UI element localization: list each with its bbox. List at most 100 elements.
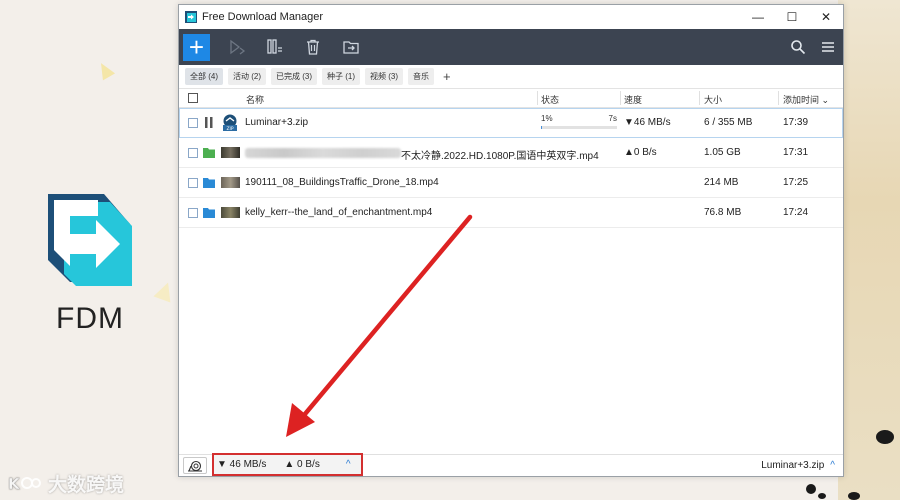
pause-icon [267,39,282,54]
total-speed-box[interactable]: ▼ 46 MB/s ▲ 0 B/s ^ [212,453,363,476]
filter-torrents[interactable]: 种子 (1) [322,68,360,85]
filter-bar: 全部 (4) 活动 (2) 已完成 (3) 种子 (1) 视频 (3) 音乐 + [179,65,843,89]
file-size: 6 / 355 MB [704,117,753,128]
pause-icon[interactable] [203,116,215,129]
search-button[interactable] [783,32,813,62]
background-splat [818,493,826,499]
background-splat [806,484,816,494]
svg-text:ZIP: ZIP [226,126,233,132]
minimize-button[interactable]: — [741,5,775,29]
window-title: Free Download Manager [202,11,324,23]
column-separator[interactable] [620,91,621,105]
progress-percent: 1% [541,114,553,123]
background-decoration [153,279,177,303]
delete-button[interactable] [300,34,326,60]
column-size[interactable]: 大小 [704,93,722,106]
watermark-logo-icon: K [8,474,41,493]
svg-text:K: K [8,475,21,493]
select-all-checkbox[interactable] [188,93,198,103]
file-size: 214 MB [704,177,739,188]
play-icon [230,39,246,55]
folder-icon[interactable] [203,176,215,189]
file-name: 190111_08_BuildingsTraffic_Drone_18.mp4 [245,177,439,188]
total-upload-speed: ▲ 0 B/s [284,459,320,470]
search-icon [791,40,806,55]
current-file-name: Luminar+3.zip [761,460,825,471]
redacted-text [245,148,401,158]
file-name: 不太冷静.2022.HD.1080P.国语中英双字.mp4 [401,151,599,162]
close-button[interactable]: ✕ [809,5,843,29]
chevron-up-icon[interactable]: ^ [830,460,835,471]
folder-icon[interactable] [203,206,215,219]
row-checkbox[interactable] [188,118,198,128]
file-size: 76.8 MB [704,207,742,218]
menu-button[interactable] [813,32,843,62]
background-splat [848,492,860,500]
progress: 1% 7s [541,114,617,129]
row-checkbox[interactable] [188,208,198,218]
added-time: 17:24 [783,207,809,218]
move-button[interactable] [338,34,364,60]
menu-icon [822,42,834,52]
fdm-logo-icon[interactable] [40,190,136,288]
table-row[interactable]: 190111_08_BuildingsTraffic_Drone_18.mp4 … [179,168,843,198]
filter-video[interactable]: 视频 (3) [365,68,403,85]
trash-icon [307,39,319,55]
background-decoration [94,59,116,81]
added-time: 17:31 [783,147,809,158]
zip-file-icon: ZIP [223,114,237,132]
progress-bar [541,126,617,129]
snail-icon [188,460,202,472]
file-size: 1.05 GB [704,147,741,158]
fdm-window: Free Download Manager — ☐ ✕ + 全部 (4) 活动 … [178,4,844,477]
move-icon [343,41,359,54]
add-filter-button[interactable]: + [439,69,455,84]
filter-completed[interactable]: 已完成 (3) [271,68,317,85]
column-added[interactable]: 添加时间 ⌄ [783,93,829,106]
column-name[interactable]: 名称 [246,93,264,106]
column-separator[interactable] [537,91,538,105]
fdm-desktop-label: FDM [56,302,124,335]
pause-button[interactable] [262,34,288,60]
table-row[interactable]: kelly_kerr--the_land_of_enchantment.mp4 … [179,198,843,228]
status-bar: ▼ 46 MB/s ▲ 0 B/s ^ Luminar+3.zip ^ [179,453,843,476]
upload-speed: ▲0 B/s [624,147,657,158]
progress-fill [541,126,542,129]
app-logo-icon [185,11,197,23]
chevron-up-icon[interactable]: ^ [346,459,351,470]
video-thumbnail [221,177,240,188]
table-row[interactable]: ZIP Luminar+3.zip 1% 7s ▼46 MB/s 6 / 355… [179,108,843,138]
speed-limit-button[interactable] [183,457,207,474]
column-speed[interactable]: 速度 [624,93,642,106]
toolbar: + [179,29,843,65]
file-name: kelly_kerr--the_land_of_enchantment.mp4 [245,207,433,218]
row-checkbox[interactable] [188,178,198,188]
added-time: 17:25 [783,177,809,188]
titlebar: Free Download Manager — ☐ ✕ [179,5,843,29]
column-status[interactable]: 状态 [541,93,559,106]
background-splat [876,430,894,444]
filter-music[interactable]: 音乐 [408,68,434,85]
folder-icon[interactable] [203,146,215,159]
video-thumbnail [221,147,240,158]
background-paper-strip [838,0,900,500]
maximize-button[interactable]: ☐ [775,5,809,29]
video-thumbnail [221,207,240,218]
total-download-speed: ▼ 46 MB/s [217,459,267,470]
filter-all[interactable]: 全部 (4) [185,68,223,85]
watermark: K 大数跨境 [8,470,124,497]
row-checkbox[interactable] [188,148,198,158]
progress-eta: 7s [608,114,617,123]
added-time: 17:39 [783,117,809,128]
column-separator[interactable] [778,91,779,105]
filter-active[interactable]: 活动 (2) [228,68,266,85]
table-row[interactable]: 不太冷静.2022.HD.1080P.国语中英双字.mp4 ▲0 B/s 1.0… [179,138,843,168]
table-header: 名称 状态 速度 大小 添加时间 ⌄ [179,89,843,108]
column-separator[interactable] [699,91,700,105]
download-speed: ▼46 MB/s [624,117,671,128]
add-download-button[interactable]: + [183,33,210,61]
start-button[interactable] [224,34,250,60]
current-download[interactable]: Luminar+3.zip ^ [761,460,835,471]
watermark-text: 大数跨境 [48,475,125,496]
file-name: Luminar+3.zip [245,117,309,128]
